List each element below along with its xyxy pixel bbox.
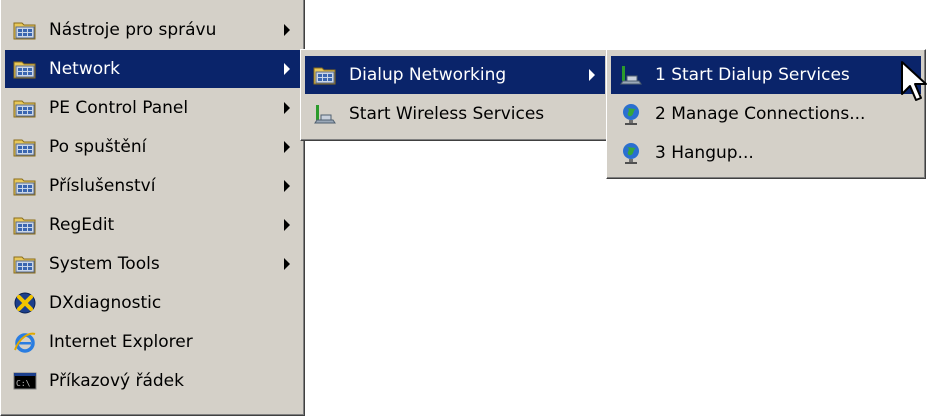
command-prompt-icon: C:\: [13, 369, 37, 393]
menu-item-label: Po spuštění: [49, 137, 147, 157]
menu-item-label: Příslušenství: [49, 176, 156, 196]
menu-item-label: PE Control Panel: [49, 98, 189, 118]
submenu-arrow-icon: [284, 63, 290, 75]
network-submenu: Dialup Networking Start Wireless Service…: [300, 49, 610, 141]
submenu-arrow-icon: [284, 258, 290, 270]
menu-item-label: Network: [49, 59, 120, 79]
menu-item-dialup-networking[interactable]: Dialup Networking: [305, 56, 605, 94]
submenu-arrow-icon: [284, 102, 290, 114]
menu-item-start-dialup-services[interactable]: 1 Start Dialup Services: [611, 56, 921, 94]
menu-item-label: DXdiagnostic: [49, 293, 162, 313]
globe-icon: [619, 141, 643, 165]
network-service-icon: [619, 63, 643, 87]
menu-item-regedit[interactable]: RegEdit: [5, 206, 300, 244]
folder-icon: [13, 213, 37, 237]
menu-item-prikazovy-radek[interactable]: C:\ Příkazový řádek: [5, 362, 300, 400]
menu-item-system-tools[interactable]: System Tools: [5, 245, 300, 283]
network-service-icon: [313, 102, 337, 126]
menu-item-label: Start Wireless Services: [349, 104, 545, 124]
menu-item-network[interactable]: Network: [5, 50, 300, 88]
folder-icon: [313, 63, 337, 87]
folder-icon: [13, 135, 37, 159]
menu-item-label: Dialup Networking: [349, 65, 507, 85]
submenu-arrow-icon: [589, 69, 595, 81]
menu-item-po-spusteni[interactable]: Po spuštění: [5, 128, 300, 166]
folder-icon: [13, 252, 37, 276]
menu-item-prislusenstvi[interactable]: Příslušenství: [5, 167, 300, 205]
globe-icon: [619, 102, 643, 126]
menu-item-pe-control-panel[interactable]: PE Control Panel: [5, 89, 300, 127]
folder-icon: [13, 174, 37, 198]
menu-item-label: RegEdit: [49, 215, 115, 235]
dialup-submenu: 1 Start Dialup Services 2 Manage Connect…: [606, 49, 926, 179]
menu-item-dxdiagnostic[interactable]: DXdiagnostic: [5, 284, 300, 322]
menu-item-hangup[interactable]: 3 Hangup...: [611, 134, 921, 172]
folder-icon: [13, 57, 37, 81]
submenu-arrow-icon: [284, 141, 290, 153]
menu-item-label: 2 Manage Connections...: [655, 104, 866, 124]
menu-item-label: Příkazový řádek: [49, 371, 184, 391]
menu-item-internet-explorer[interactable]: Internet Explorer: [5, 323, 300, 361]
start-menu: Nástroje pro správu Network PE Control P…: [0, 0, 305, 416]
svg-text:C:\: C:\: [16, 379, 31, 388]
menu-item-nastroje[interactable]: Nástroje pro správu: [5, 11, 300, 49]
menu-item-label: Internet Explorer: [49, 332, 193, 352]
menu-item-label: 1 Start Dialup Services: [655, 65, 850, 85]
folder-icon: [13, 18, 37, 42]
internet-explorer-icon: [13, 330, 37, 354]
menu-item-start-wireless-services[interactable]: Start Wireless Services: [305, 95, 605, 133]
mouse-pointer-icon: [901, 61, 927, 101]
folder-icon: [13, 96, 37, 120]
menu-item-label: 3 Hangup...: [655, 143, 754, 163]
menu-item-label: System Tools: [49, 254, 160, 274]
submenu-arrow-icon: [284, 24, 290, 36]
menu-item-manage-connections[interactable]: 2 Manage Connections...: [611, 95, 921, 133]
submenu-arrow-icon: [284, 219, 290, 231]
menu-item-label: Nástroje pro správu: [49, 20, 217, 40]
directx-icon: [13, 291, 37, 315]
submenu-arrow-icon: [284, 180, 290, 192]
